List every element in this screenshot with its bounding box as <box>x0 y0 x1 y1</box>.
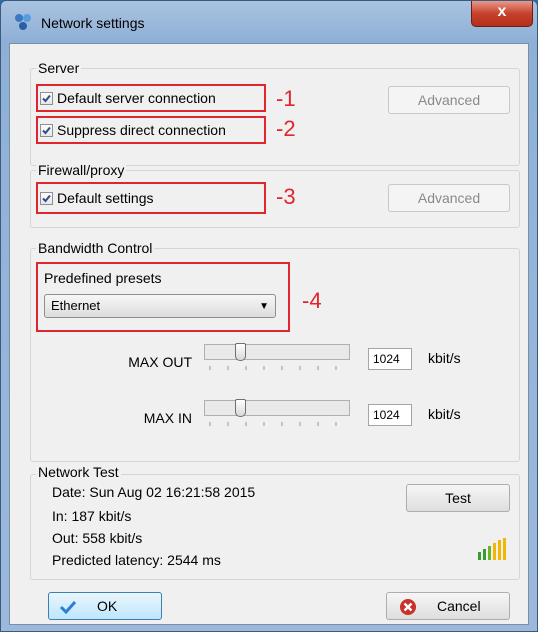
max-out-unit: kbit/s <box>428 350 461 366</box>
max-out-slider-thumb[interactable] <box>235 343 246 361</box>
ok-button[interactable]: OK <box>48 592 162 620</box>
cancel-icon <box>400 599 416 615</box>
chevron-down-icon: ▼ <box>259 301 269 312</box>
window-title: Network settings <box>41 15 145 31</box>
test-latency: Predicted latency: 2544 ms <box>52 552 221 568</box>
server-group-title: Server <box>36 60 82 76</box>
firewall-group-title: Firewall/proxy <box>36 162 127 178</box>
annotation-box-3 <box>36 182 266 214</box>
presets-selected-value: Ethernet <box>51 298 101 313</box>
title-bar[interactable]: Network settings x <box>1 1 537 43</box>
ok-label: OK <box>97 598 118 614</box>
max-in-slider[interactable] <box>204 399 350 417</box>
max-in-unit: kbit/s <box>428 406 461 422</box>
annotation-label-1: -1 <box>276 86 296 111</box>
max-in-label: MAX IN <box>143 410 192 426</box>
max-in-ticks <box>209 422 337 426</box>
annotation-label-4: -4 <box>302 288 322 313</box>
bandwidth-group-title: Bandwidth Control <box>36 240 155 256</box>
annotation-label-3: -3 <box>276 184 296 209</box>
max-in-slider-thumb[interactable] <box>235 399 246 417</box>
test-date: Date: Sun Aug 02 16:21:58 2015 <box>52 484 256 500</box>
presets-dropdown[interactable]: Ethernet ▼ <box>44 294 276 318</box>
test-button[interactable]: Test <box>406 484 510 512</box>
close-icon: x <box>497 3 507 20</box>
checkmark-icon <box>59 600 77 614</box>
app-logo-icon <box>15 14 31 30</box>
annotation-box-2 <box>36 116 266 144</box>
test-out-rate: Out: 558 kbit/s <box>52 530 143 546</box>
max-out-label: MAX OUT <box>128 354 192 370</box>
max-out-slider[interactable] <box>204 343 350 361</box>
test-in-rate: In: 187 kbit/s <box>52 508 132 524</box>
network-test-group-title: Network Test <box>36 464 121 480</box>
max-in-input[interactable]: 1024 <box>368 404 412 426</box>
signal-strength-icon <box>478 538 506 560</box>
annotation-box-1 <box>36 84 266 112</box>
firewall-advanced-button[interactable]: Advanced <box>388 184 510 212</box>
server-advanced-button[interactable]: Advanced <box>388 86 510 114</box>
network-settings-window: Network settings x Server Default server… <box>0 0 538 632</box>
max-out-ticks <box>209 366 337 370</box>
close-button[interactable]: x <box>471 1 533 27</box>
cancel-label: Cancel <box>437 598 481 614</box>
cancel-button[interactable]: Cancel <box>386 592 510 620</box>
predefined-presets-label: Predefined presets <box>44 270 162 286</box>
dialog-body: Server Default server connection Suppres… <box>9 43 529 625</box>
max-out-input[interactable]: 1024 <box>368 348 412 370</box>
annotation-label-2: -2 <box>276 116 296 141</box>
